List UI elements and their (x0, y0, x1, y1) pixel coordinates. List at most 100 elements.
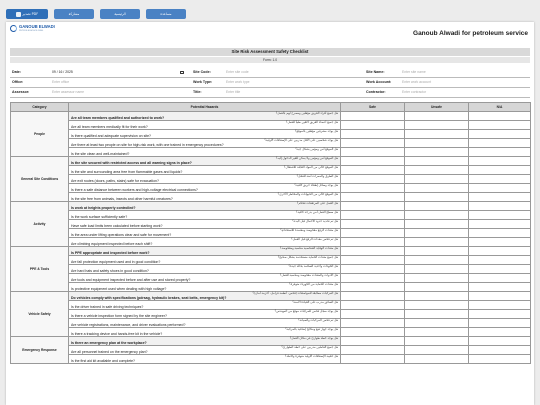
safe-option-cell[interactable] (340, 264, 405, 274)
help-button[interactable]: مساعدة (146, 9, 186, 19)
safe-option-cell[interactable] (340, 165, 405, 175)
na-option-cell[interactable] (468, 138, 531, 148)
unsafe-option-cell[interactable] (404, 219, 469, 229)
contractor-input[interactable]: Enter contractor (402, 90, 426, 94)
safe-option-cell[interactable] (340, 156, 405, 166)
site-name-input[interactable]: Enter site name (402, 70, 426, 74)
unsafe-option-cell[interactable] (404, 156, 469, 166)
unsafe-option-cell[interactable] (404, 111, 469, 121)
unsafe-option-cell[interactable] (404, 183, 469, 193)
na-option-cell[interactable] (468, 336, 531, 346)
safe-option-cell[interactable] (340, 354, 405, 364)
safe-option-cell[interactable] (340, 318, 405, 328)
safe-option-cell[interactable] (340, 327, 405, 337)
safe-option-cell[interactable] (340, 183, 405, 193)
safe-option-cell[interactable] (340, 111, 405, 121)
na-option-cell[interactable] (468, 300, 531, 310)
unsafe-option-cell[interactable] (404, 345, 469, 355)
na-option-cell[interactable] (468, 174, 531, 184)
title-input[interactable]: Enter title (226, 90, 240, 94)
na-option-cell[interactable] (468, 237, 531, 247)
table-row: هل سطح العمل آمن بدرجة كافية؟ Is the work… (11, 210, 531, 220)
safe-option-cell[interactable] (340, 174, 405, 184)
safe-option-cell[interactable] (340, 246, 405, 256)
unsafe-option-cell[interactable] (404, 120, 469, 130)
calendar-icon[interactable] (180, 70, 184, 75)
unsafe-option-cell[interactable] (404, 138, 469, 148)
share-button[interactable]: مشاركة (54, 9, 94, 19)
na-option-cell[interactable] (468, 129, 531, 139)
na-option-cell[interactable] (468, 219, 531, 229)
unsafe-option-cell[interactable] (404, 291, 469, 301)
safe-option-cell[interactable] (340, 300, 405, 310)
export-pdf-button[interactable]: تصدير PDF (6, 9, 48, 19)
na-option-cell[interactable] (468, 345, 531, 355)
safe-option-cell[interactable] (340, 237, 405, 247)
na-option-cell[interactable] (468, 282, 531, 292)
site-code-input[interactable]: Enter site code (226, 70, 249, 74)
unsafe-option-cell[interactable] (404, 147, 469, 157)
safe-option-cell[interactable] (340, 345, 405, 355)
office-input[interactable]: Enter office (52, 80, 69, 84)
safe-option-cell[interactable] (340, 255, 405, 265)
na-option-cell[interactable] (468, 309, 531, 319)
home-button[interactable]: الرئيسية (100, 9, 140, 19)
na-option-cell[interactable] (468, 183, 531, 193)
safe-option-cell[interactable] (340, 228, 405, 238)
na-option-cell[interactable] (468, 210, 531, 220)
unsafe-option-cell[interactable] (404, 273, 469, 283)
safe-option-cell[interactable] (340, 336, 405, 346)
na-option-cell[interactable] (468, 327, 531, 337)
unsafe-option-cell[interactable] (404, 300, 469, 310)
unsafe-option-cell[interactable] (404, 174, 469, 184)
unsafe-option-cell[interactable] (404, 309, 469, 319)
safe-option-cell[interactable] (340, 147, 405, 157)
unsafe-option-cell[interactable] (404, 228, 469, 238)
safe-option-cell[interactable] (340, 219, 405, 229)
unsafe-option-cell[interactable] (404, 129, 469, 139)
assessor-input[interactable]: Enter assessor name (52, 90, 84, 94)
date-field[interactable]: 09 / 16 / 2025 (52, 70, 73, 74)
unsafe-option-cell[interactable] (404, 327, 469, 337)
unsafe-option-cell[interactable] (404, 201, 469, 211)
safe-option-cell[interactable] (340, 282, 405, 292)
safe-option-cell[interactable] (340, 273, 405, 283)
safe-option-cell[interactable] (340, 291, 405, 301)
na-option-cell[interactable] (468, 165, 531, 175)
na-option-cell[interactable] (468, 201, 531, 211)
unsafe-option-cell[interactable] (404, 165, 469, 175)
na-option-cell[interactable] (468, 273, 531, 283)
na-option-cell[interactable] (468, 318, 531, 328)
work-type-input[interactable]: Enter work type (226, 80, 250, 84)
na-option-cell[interactable] (468, 291, 531, 301)
unsafe-option-cell[interactable] (404, 246, 469, 256)
na-option-cell[interactable] (468, 255, 531, 265)
na-option-cell[interactable] (468, 354, 531, 364)
safe-option-cell[interactable] (340, 210, 405, 220)
safe-option-cell[interactable] (340, 309, 405, 319)
unsafe-option-cell[interactable] (404, 336, 469, 346)
unsafe-option-cell[interactable] (404, 264, 469, 274)
safe-option-cell[interactable] (340, 138, 405, 148)
na-option-cell[interactable] (468, 147, 531, 157)
safe-option-cell[interactable] (340, 129, 405, 139)
na-option-cell[interactable] (468, 228, 531, 238)
na-option-cell[interactable] (468, 111, 531, 121)
unsafe-option-cell[interactable] (404, 354, 469, 364)
na-option-cell[interactable] (468, 192, 531, 202)
na-option-cell[interactable] (468, 156, 531, 166)
logo-name: GANOUB ELWADI (19, 24, 55, 30)
na-option-cell[interactable] (468, 264, 531, 274)
work-account-input[interactable]: Enter work account (402, 80, 431, 84)
unsafe-option-cell[interactable] (404, 318, 469, 328)
safe-option-cell[interactable] (340, 192, 405, 202)
safe-option-cell[interactable] (340, 120, 405, 130)
unsafe-option-cell[interactable] (404, 192, 469, 202)
unsafe-option-cell[interactable] (404, 255, 469, 265)
unsafe-option-cell[interactable] (404, 282, 469, 292)
safe-option-cell[interactable] (340, 201, 405, 211)
unsafe-option-cell[interactable] (404, 237, 469, 247)
unsafe-option-cell[interactable] (404, 210, 469, 220)
na-option-cell[interactable] (468, 246, 531, 256)
na-option-cell[interactable] (468, 120, 531, 130)
